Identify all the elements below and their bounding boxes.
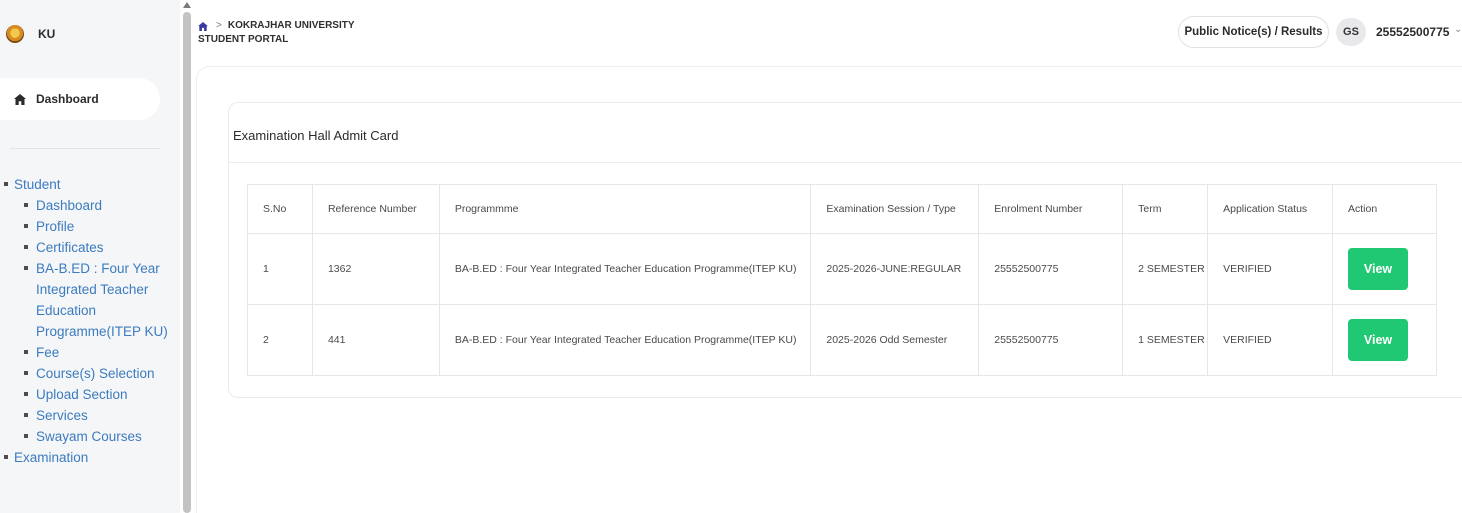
cell-programme: BA-B.ED : Four Year Integrated Teacher E… bbox=[438, 304, 812, 376]
brand-text: KU bbox=[38, 27, 56, 41]
column-header-enrolment: Enrolment Number bbox=[978, 184, 1124, 234]
view-button[interactable]: View bbox=[1348, 248, 1408, 290]
breadcrumb: > KOKRAJHAR UNIVERSITY STUDENT PORTAL bbox=[198, 19, 355, 47]
breadcrumb-portal: STUDENT PORTAL bbox=[198, 34, 289, 45]
sidebar-menu: Student Dashboard Profile Certificates B… bbox=[4, 174, 176, 468]
avatar[interactable]: GS bbox=[1336, 18, 1366, 46]
chevron-down-icon[interactable]: ⌄ bbox=[1454, 24, 1462, 35]
menu-student-profile[interactable]: Profile bbox=[20, 216, 176, 237]
student-submenu: Dashboard Profile Certificates BA-B.ED :… bbox=[20, 195, 176, 447]
menu-student-upload-section[interactable]: Upload Section bbox=[20, 384, 176, 405]
column-header-reference: Reference Number bbox=[311, 184, 440, 234]
menu-examination[interactable]: Examination bbox=[4, 447, 176, 468]
sidebar-scrollbar[interactable] bbox=[183, 12, 191, 513]
menu-student-programme[interactable]: BA-B.ED : Four Year Integrated Teacher E… bbox=[20, 258, 176, 342]
menu-student-services[interactable]: Services bbox=[20, 405, 176, 426]
cell-status: VERIFIED bbox=[1207, 304, 1333, 376]
sidebar-divider bbox=[10, 148, 160, 149]
view-button[interactable]: View bbox=[1348, 319, 1408, 361]
public-notice-button[interactable]: Public Notice(s) / Results bbox=[1178, 16, 1329, 48]
cell-session: 2025-2026 Odd Semester bbox=[810, 304, 980, 376]
admit-card-table: S.No Reference Number Programmme Examina… bbox=[247, 184, 1437, 376]
home-icon bbox=[14, 93, 26, 105]
menu-student-certificates[interactable]: Certificates bbox=[20, 237, 176, 258]
menu-student-swayam-courses[interactable]: Swayam Courses bbox=[20, 426, 176, 447]
column-header-programme: Programmme bbox=[438, 184, 812, 234]
cell-term: 2 SEMESTER bbox=[1122, 233, 1209, 305]
column-header-term: Term bbox=[1122, 184, 1209, 234]
cell-term: 1 SEMESTER bbox=[1122, 304, 1209, 376]
cell-session: 2025-2026-JUNE:REGULAR bbox=[810, 233, 980, 305]
scroll-up-arrow-icon[interactable] bbox=[183, 2, 191, 8]
column-header-status: Application Status bbox=[1207, 184, 1333, 234]
cell-enrolment: 25552500775 bbox=[978, 304, 1124, 376]
menu-student-dashboard[interactable]: Dashboard bbox=[20, 195, 176, 216]
column-header-sno: S.No bbox=[247, 184, 313, 234]
column-header-action: Action bbox=[1332, 184, 1437, 234]
cell-programme: BA-B.ED : Four Year Integrated Teacher E… bbox=[438, 233, 812, 305]
cell-status: VERIFIED bbox=[1207, 233, 1333, 305]
table-row: 2 441 BA-B.ED : Four Year Integrated Tea… bbox=[247, 304, 1437, 376]
cell-sno: 1 bbox=[247, 233, 313, 305]
menu-student-course-selection[interactable]: Course(s) Selection bbox=[20, 363, 176, 384]
cell-reference: 1362 bbox=[311, 233, 440, 305]
sidebar: KU Dashboard Student Dashboard Profile C… bbox=[0, 0, 180, 513]
user-id[interactable]: 25552500775 bbox=[1376, 25, 1449, 39]
cell-enrolment: 25552500775 bbox=[978, 233, 1124, 305]
sidebar-item-label: Dashboard bbox=[36, 92, 99, 106]
cell-sno: 2 bbox=[247, 304, 313, 376]
cell-reference: 441 bbox=[311, 304, 440, 376]
brand[interactable]: KU bbox=[6, 22, 55, 46]
card-divider bbox=[229, 162, 1462, 163]
cell-action: View bbox=[1332, 304, 1437, 376]
university-logo-icon bbox=[6, 25, 24, 43]
home-icon[interactable] bbox=[198, 21, 208, 31]
menu-student-fee[interactable]: Fee bbox=[20, 342, 176, 363]
menu-student[interactable]: Student Dashboard Profile Certificates B… bbox=[4, 174, 176, 447]
table-header-row: S.No Reference Number Programmme Examina… bbox=[247, 184, 1437, 234]
card-title: Examination Hall Admit Card bbox=[233, 128, 399, 143]
cell-action: View bbox=[1332, 233, 1437, 305]
table-row: 1 1362 BA-B.ED : Four Year Integrated Te… bbox=[247, 233, 1437, 305]
breadcrumb-university[interactable]: KOKRAJHAR UNIVERSITY bbox=[228, 19, 355, 33]
sidebar-item-dashboard[interactable]: Dashboard bbox=[0, 78, 160, 120]
menu-student-label: Student bbox=[14, 177, 61, 192]
column-header-session: Examination Session / Type bbox=[810, 184, 980, 234]
breadcrumb-separator: > bbox=[216, 20, 222, 31]
